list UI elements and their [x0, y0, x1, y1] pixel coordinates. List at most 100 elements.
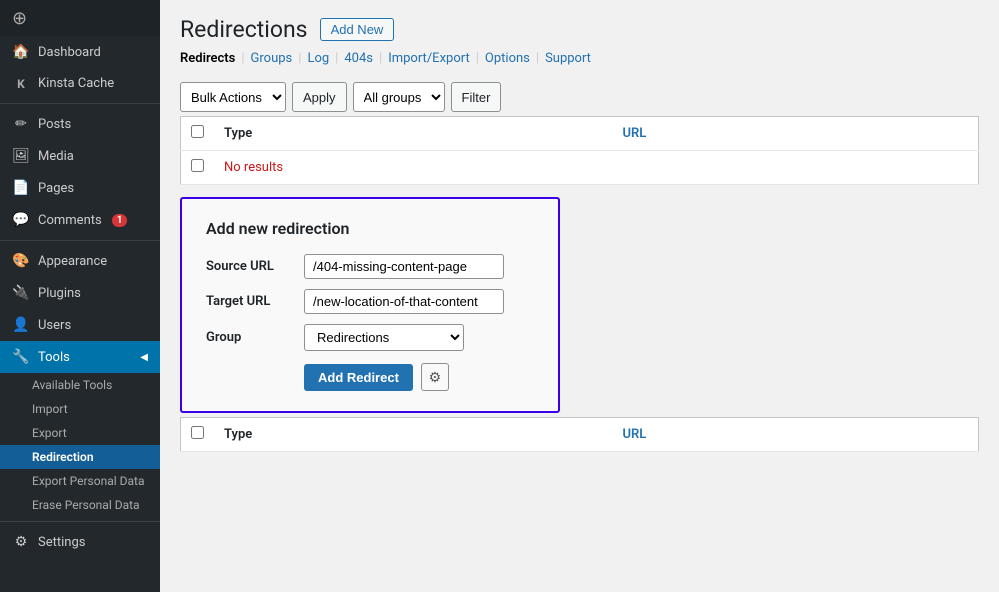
sidebar-sub-available-tools[interactable]: Available Tools: [0, 373, 160, 397]
sidebar-sub-redirection[interactable]: Redirection: [0, 445, 160, 469]
erase-personal-data-label: Erase Personal Data: [32, 498, 140, 512]
redirects-table: Type URL No results: [180, 116, 979, 185]
select-all-bottom-checkbox[interactable]: [191, 426, 204, 439]
appearance-icon: 🎨: [12, 253, 30, 269]
available-tools-label: Available Tools: [32, 378, 112, 392]
bulk-actions-select[interactable]: Bulk Actions: [180, 82, 286, 112]
sidebar-item-label: Settings: [38, 535, 85, 550]
sidebar-sub-export-personal-data[interactable]: Export Personal Data: [0, 469, 160, 493]
wp-logo-icon: ⊕: [12, 8, 27, 29]
pages-icon: 📄: [12, 180, 30, 196]
page-header: Redirections Add New: [180, 16, 979, 43]
nav-sep: |: [298, 51, 301, 66]
select-all-checkbox[interactable]: [191, 125, 204, 138]
row-checkbox[interactable]: [191, 159, 204, 172]
target-url-row: Target URL: [206, 289, 534, 314]
source-url-input[interactable]: [304, 254, 504, 279]
sidebar-item-label: Dashboard: [38, 45, 101, 60]
sidebar-item-label: Media: [38, 149, 74, 164]
source-url-row: Source URL: [206, 254, 534, 279]
add-redirect-title: Add new redirection: [206, 219, 534, 238]
export-personal-data-label: Export Personal Data: [32, 474, 144, 488]
sidebar-logo: ⊕: [0, 0, 160, 36]
sidebar-item-label: Pages: [38, 181, 74, 196]
sidebar-item-media[interactable]: 🖼 Media: [0, 140, 160, 172]
sidebar-item-tools[interactable]: 🔧 Tools ◀: [0, 341, 160, 373]
source-url-label: Source URL: [206, 259, 296, 274]
divider: [0, 240, 160, 241]
tab-support[interactable]: Support: [545, 51, 591, 66]
gear-settings-button[interactable]: ⚙: [421, 363, 449, 391]
url-column-footer: URL: [613, 418, 979, 452]
add-redirect-button[interactable]: Add Redirect: [304, 364, 413, 391]
main-content: Redirections Add New Redirects | Groups …: [160, 0, 999, 592]
tab-options[interactable]: Options: [485, 51, 530, 66]
sidebar-item-label: Kinsta Cache: [38, 76, 114, 91]
sidebar-item-plugins[interactable]: 🔌 Plugins: [0, 277, 160, 309]
redirection-label: Redirection: [32, 450, 94, 464]
sidebar-sub-export[interactable]: Export: [0, 421, 160, 445]
kinsta-icon: K: [12, 77, 30, 91]
sidebar-item-kinsta-cache[interactable]: K Kinsta Cache: [0, 68, 160, 99]
sidebar-sub-import[interactable]: Import: [0, 397, 160, 421]
sidebar-item-label: Users: [38, 318, 71, 333]
sidebar-item-dashboard[interactable]: 🏠 Dashboard: [0, 36, 160, 68]
form-actions: Add Redirect ⚙: [206, 363, 534, 391]
nav-tabs: Redirects | Groups | Log | 404s | Import…: [180, 51, 979, 66]
sidebar-item-comments[interactable]: 💬 Comments 1: [0, 204, 160, 236]
users-icon: 👤: [12, 317, 30, 333]
target-url-label: Target URL: [206, 294, 296, 309]
nav-sep: |: [536, 51, 539, 66]
tab-redirects[interactable]: Redirects: [180, 51, 235, 66]
nav-sep: |: [241, 51, 244, 66]
tab-groups[interactable]: Groups: [251, 51, 293, 66]
sidebar-item-label: Comments: [38, 213, 102, 228]
group-label: Group: [206, 330, 296, 345]
sidebar-item-pages[interactable]: 📄 Pages: [0, 172, 160, 204]
sidebar-sub-erase-personal-data[interactable]: Erase Personal Data: [0, 493, 160, 517]
toolbar: Bulk Actions Apply All groups Filter: [180, 82, 979, 112]
divider: [0, 521, 160, 522]
filter-button[interactable]: Filter: [451, 82, 502, 112]
sidebar-item-posts[interactable]: ✏ Posts: [0, 108, 160, 140]
tools-icon: 🔧: [12, 349, 30, 365]
add-redirect-box: Add new redirection Source URL Target UR…: [180, 197, 560, 413]
dashboard-icon: 🏠: [12, 44, 30, 60]
nav-sep: |: [379, 51, 382, 66]
tab-404s[interactable]: 404s: [344, 51, 373, 66]
comments-badge: 1: [112, 214, 128, 227]
no-results-row: No results: [181, 151, 979, 185]
sidebar-item-label: Plugins: [38, 286, 81, 301]
sidebar-item-appearance[interactable]: 🎨 Appearance: [0, 245, 160, 277]
type-column-footer: Type: [214, 418, 613, 452]
groups-select[interactable]: All groups: [353, 82, 445, 112]
sidebar-item-users[interactable]: 👤 Users: [0, 309, 160, 341]
tab-log[interactable]: Log: [307, 51, 329, 66]
page-title: Redirections: [180, 16, 308, 43]
url-column-header: URL: [613, 117, 979, 151]
tools-arrow-icon: ◀: [140, 352, 148, 363]
sidebar-item-settings[interactable]: ⚙ Settings: [0, 526, 160, 558]
type-column-header: Type: [214, 117, 613, 151]
group-row: Group Redirections: [206, 324, 534, 351]
import-label: Import: [32, 402, 68, 416]
gear-icon: ⚙: [429, 369, 442, 386]
nav-sep: |: [476, 51, 479, 66]
sidebar-item-label: Posts: [38, 117, 71, 132]
redirects-table-bottom: Type URL: [180, 417, 979, 452]
apply-button[interactable]: Apply: [292, 82, 347, 112]
posts-icon: ✏: [12, 116, 30, 132]
sidebar-item-label: Tools: [38, 350, 70, 365]
media-icon: 🖼: [12, 148, 30, 164]
target-url-input[interactable]: [304, 289, 504, 314]
add-new-button[interactable]: Add New: [320, 18, 395, 41]
comments-icon: 💬: [12, 212, 30, 228]
divider: [0, 103, 160, 104]
settings-icon: ⚙: [12, 534, 30, 550]
sidebar-item-label: Appearance: [38, 254, 107, 269]
tab-import-export[interactable]: Import/Export: [388, 51, 470, 66]
sidebar: ⊕ 🏠 Dashboard K Kinsta Cache ✏ Posts 🖼 M…: [0, 0, 160, 592]
group-select[interactable]: Redirections: [304, 324, 464, 351]
no-results-text: No results: [214, 151, 979, 185]
export-label: Export: [32, 426, 67, 440]
